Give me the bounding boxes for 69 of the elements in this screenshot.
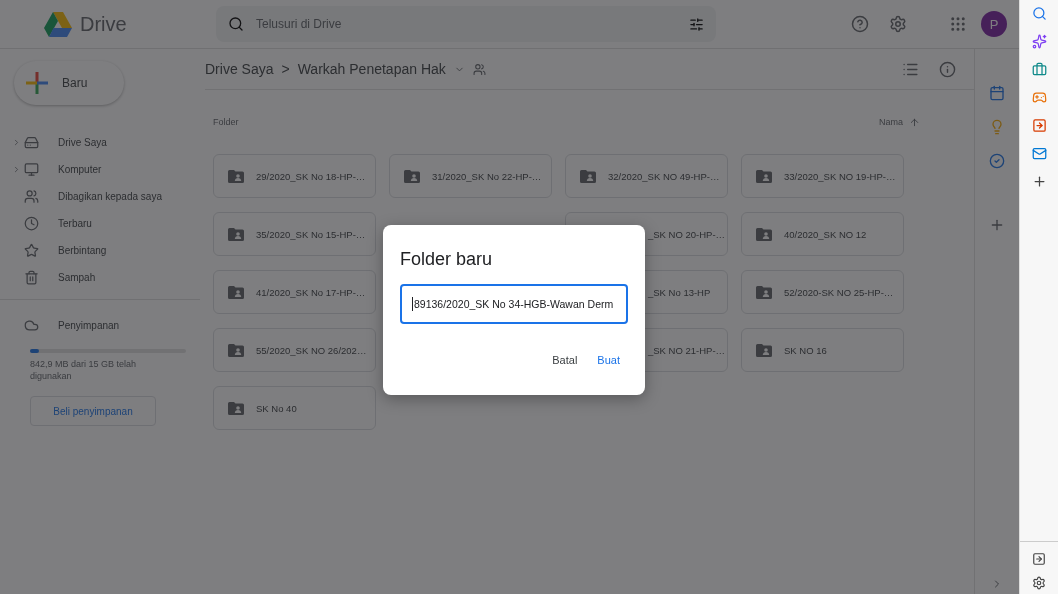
shared-folder-icon (756, 169, 772, 183)
shared-folder-icon (580, 169, 596, 183)
folder-card[interactable]: 31/2020_SK No 22-HP-… (389, 154, 552, 198)
drive-logo-icon (44, 11, 72, 37)
sort-label[interactable]: Nama (879, 117, 903, 127)
clock-icon (24, 216, 39, 231)
section-title: Folder (213, 117, 239, 127)
shared-folder-icon (756, 227, 772, 241)
shared-folder-icon (756, 343, 772, 357)
shared-folder-icon (228, 169, 244, 183)
nav-item[interactable]: Drive Saya (0, 129, 200, 156)
sparkle-icon[interactable] (1031, 34, 1047, 49)
storage-usage: 842,9 MB dari 15 GB telah digunakan (30, 359, 138, 383)
storage-item[interactable]: Penyimpanan (0, 312, 200, 339)
search-field[interactable]: Telusuri di Drive (216, 6, 716, 42)
drive-icon (24, 135, 39, 150)
folder-card[interactable]: 52/2020-SK NO 25-HP-… (741, 270, 904, 314)
nav-item[interactable]: Dibagikan kepada saya (0, 183, 200, 210)
nav-item[interactable]: Komputer (0, 156, 200, 183)
dialog-title: Folder baru (400, 249, 494, 270)
tasks-icon[interactable] (989, 153, 1005, 169)
search-icon (228, 16, 244, 32)
shared-folder-icon (756, 285, 772, 299)
folder-card[interactable]: 55/2020_SK NO 26/202… (213, 328, 376, 372)
breadcrumb-link[interactable]: Drive Saya (205, 61, 274, 77)
nav-item[interactable]: Terbaru (0, 210, 200, 237)
app-name: Drive (80, 12, 128, 36)
avatar[interactable]: P (981, 11, 1007, 37)
buy-storage-button[interactable]: Beli penyimpanan (30, 396, 156, 427)
create-button[interactable]: Buat (589, 348, 628, 372)
shared-folder-icon (228, 285, 244, 299)
folder-card[interactable]: 29/2020_SK No 18-HP-… (213, 154, 376, 198)
add-icon[interactable] (1031, 174, 1047, 189)
caret-icon[interactable] (12, 165, 21, 174)
folder-card[interactable]: 41/2020_SK No 17-HP-… (213, 270, 376, 314)
breadcrumb-separator: > (281, 61, 290, 77)
trash-icon (24, 270, 39, 285)
new-button[interactable]: Baru (14, 61, 124, 105)
computer-icon (24, 162, 39, 177)
cloud-icon (24, 318, 39, 333)
mail-icon[interactable] (1031, 146, 1047, 161)
folder-card[interactable]: 33/2020_SK NO 19-HP-… (741, 154, 904, 198)
filter-icon[interactable] (689, 16, 704, 32)
people-icon (24, 189, 39, 204)
calendar-icon[interactable] (989, 85, 1005, 101)
breadcrumb-current[interactable]: Warkah Penetapan Hak (297, 61, 446, 77)
keep-icon[interactable] (989, 119, 1005, 135)
search-icon[interactable] (1031, 6, 1047, 21)
settings-icon[interactable] (1032, 576, 1046, 590)
folder-card[interactable]: SK No 40 (213, 386, 376, 430)
folder-card[interactable]: 40/2020_SK NO 12 (741, 212, 904, 256)
game-icon[interactable] (1031, 90, 1047, 105)
panel-icon[interactable] (1032, 552, 1046, 566)
folder-name-input[interactable]: 89136/2020_SK No 34-HGB-Wawan Derm (400, 284, 628, 324)
folder-card[interactable]: SK NO 16 (741, 328, 904, 372)
sort-arrow-icon[interactable] (909, 116, 920, 128)
shared-folder-icon (228, 343, 244, 357)
nav-item[interactable]: Berbintang (0, 237, 200, 264)
nav-item[interactable]: Sampah (0, 264, 200, 291)
folder-card[interactable]: 32/2020_SK NO 49-HP-… (565, 154, 728, 198)
plus-icon (26, 72, 48, 94)
folder-card[interactable]: 35/2020_SK No 15-HP-… (213, 212, 376, 256)
shared-folder-icon (228, 401, 244, 415)
caret-icon[interactable] (12, 138, 21, 147)
star-icon (24, 243, 39, 258)
shared-folder-icon (404, 169, 420, 183)
shared-icon (472, 62, 486, 76)
briefcase-icon[interactable] (1031, 62, 1047, 77)
shared-folder-icon (228, 227, 244, 241)
